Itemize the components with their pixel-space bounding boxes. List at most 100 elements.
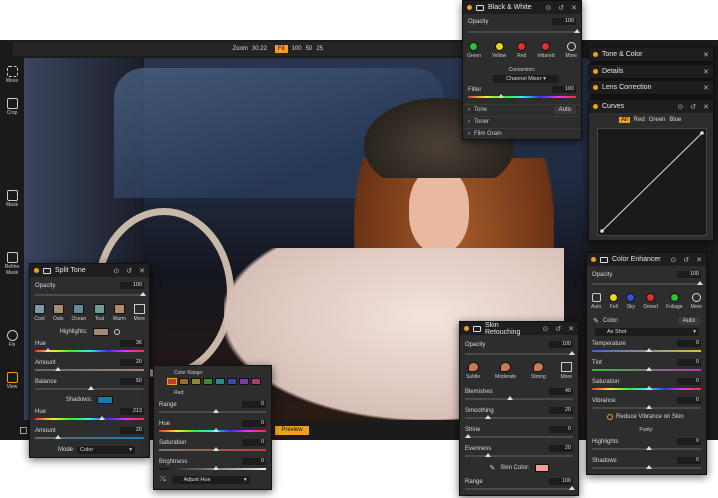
shadows-slider[interactable]: [646, 465, 652, 469]
vibrance-slider[interactable]: [646, 405, 652, 409]
shadows-hue-value[interactable]: 213: [120, 408, 144, 415]
close-icon[interactable]: ✕: [568, 325, 574, 333]
blemishes-slider[interactable]: [507, 396, 513, 400]
preset-oats[interactable]: Oats: [52, 304, 64, 322]
evenness-slider[interactable]: [485, 453, 491, 457]
saturation-slider[interactable]: [646, 386, 652, 390]
range-value[interactable]: 100: [549, 478, 573, 485]
enable-dot-icon[interactable]: [593, 52, 598, 57]
color-enhancer-header[interactable]: Color Enhancer ⊙ ↺ ✕: [587, 253, 706, 266]
adjust-dropdown[interactable]: Adjust Hue ▾: [171, 476, 250, 484]
hue-value[interactable]: 0: [242, 420, 266, 427]
preset-more[interactable]: More: [134, 304, 145, 322]
saturation-value[interactable]: 0: [242, 439, 266, 446]
info-icon[interactable]: ⊙: [670, 256, 676, 264]
curve-point-white[interactable]: [700, 131, 704, 135]
reset-icon[interactable]: ↺: [126, 267, 132, 275]
preset-cool[interactable]: Cool: [34, 304, 45, 322]
close-icon[interactable]: ✕: [703, 51, 709, 59]
enable-dot-icon[interactable]: [464, 326, 469, 331]
preset-teal[interactable]: Teal: [93, 304, 105, 322]
smoothing-slider[interactable]: [485, 415, 491, 419]
curves-header[interactable]: Curves ⊙ ↺ ✕: [589, 100, 713, 113]
enable-dot-icon[interactable]: [593, 85, 598, 90]
filter-value[interactable]: 100: [552, 86, 576, 93]
hue-slider[interactable]: [213, 428, 219, 432]
hue-slider[interactable]: [45, 348, 51, 352]
opacity-slider[interactable]: [574, 29, 580, 33]
close-icon[interactable]: ✕: [139, 267, 145, 275]
reduce-vibrance-row[interactable]: Reduce Vibrance on Skin: [607, 414, 684, 420]
shadows-color-swatch[interactable]: [97, 396, 114, 404]
mask-tool[interactable]: Mask: [2, 190, 22, 208]
tab-green[interactable]: Green: [649, 117, 666, 123]
view-tool[interactable]: View: [2, 372, 22, 390]
white-balance-dropdown[interactable]: As Shot ▾: [595, 328, 699, 336]
refine-mask-tool[interactable]: Refine Mask: [2, 252, 22, 276]
conversion-dropdown[interactable]: Channel Mixer ▾: [493, 75, 559, 83]
range-swatch-green[interactable]: [203, 378, 213, 385]
enable-dot-icon[interactable]: [593, 104, 598, 109]
crop-tool[interactable]: Crop: [2, 98, 22, 116]
filter-yellow[interactable]: Yellow: [492, 42, 506, 59]
opacity-value[interactable]: 100: [552, 18, 576, 25]
tone-section[interactable]: › Tone Auto: [463, 104, 581, 115]
curve-point-black[interactable]: [600, 229, 604, 233]
toner-section[interactable]: › Toner: [463, 116, 581, 127]
tint-slider[interactable]: [646, 367, 652, 371]
enable-dot-icon[interactable]: [34, 268, 39, 273]
info-icon[interactable]: ⊙: [677, 103, 683, 111]
reset-icon[interactable]: ↺: [555, 325, 561, 333]
curves-graph[interactable]: [597, 128, 707, 236]
saturation-value[interactable]: 0: [677, 378, 701, 385]
opacity-value[interactable]: 100: [120, 282, 144, 289]
preset-warm[interactable]: Warm: [113, 304, 126, 322]
visibility-icon[interactable]: [476, 4, 484, 11]
opacity-slider[interactable]: [697, 281, 703, 285]
reset-icon[interactable]: ↺: [690, 103, 696, 111]
target-adjust-icon[interactable]: ⤯: [160, 476, 166, 484]
color-auto-button[interactable]: Auto: [677, 317, 700, 325]
range-slider[interactable]: [213, 409, 219, 413]
zoom-50-button[interactable]: 50: [306, 46, 313, 52]
preset-more[interactable]: More: [561, 362, 572, 380]
balance-value[interactable]: 50: [120, 378, 144, 385]
details-panel[interactable]: Details ✕: [588, 64, 714, 78]
shadows-amount-value[interactable]: 20: [120, 427, 144, 434]
zoom-fit-button[interactable]: Fit: [274, 45, 288, 53]
vibrance-value[interactable]: 0: [677, 397, 701, 404]
eyedropper-icon[interactable]: ✎: [489, 464, 495, 472]
close-icon[interactable]: ✕: [703, 84, 709, 92]
preset-fell[interactable]: Fell: [609, 293, 619, 310]
range-slider[interactable]: [569, 486, 575, 490]
highlights-color-swatch[interactable]: [92, 328, 109, 336]
opacity-slider[interactable]: [569, 351, 575, 355]
zoom-value[interactable]: 30.22: [252, 46, 267, 52]
skin-color-swatch[interactable]: [534, 464, 549, 472]
lens-correction-panel[interactable]: Lens Correction ✕: [588, 80, 714, 94]
close-icon[interactable]: ✕: [696, 256, 702, 264]
evenness-value[interactable]: 20: [549, 445, 573, 452]
preset-more[interactable]: More: [691, 293, 702, 310]
shine-value[interactable]: 0: [549, 426, 573, 433]
temperature-slider[interactable]: [646, 348, 652, 352]
amount-value[interactable]: 20: [120, 359, 144, 366]
eyedropper-icon[interactable]: [113, 329, 120, 335]
amount-slider[interactable]: [55, 367, 61, 371]
filter-red[interactable]: Red: [517, 42, 526, 59]
skin-retouching-header[interactable]: Skin Retouching ⊙ ↺ ✕: [460, 322, 578, 336]
opacity-value[interactable]: 100: [677, 271, 701, 278]
enable-dot-icon[interactable]: [591, 257, 596, 262]
range-swatch-yellow[interactable]: [191, 378, 201, 385]
reset-icon[interactable]: ↺: [683, 256, 689, 264]
range-swatch-orange[interactable]: [179, 378, 189, 385]
reset-icon[interactable]: ↺: [558, 4, 564, 12]
tab-red[interactable]: Red: [634, 117, 645, 123]
preset-ocean[interactable]: Ocean: [71, 304, 86, 322]
tab-all[interactable]: All: [619, 117, 630, 123]
visibility-icon[interactable]: [473, 325, 481, 332]
temperature-value[interactable]: 0: [677, 340, 701, 347]
range-swatch-purple[interactable]: [239, 378, 249, 385]
visibility-icon[interactable]: [43, 267, 51, 274]
preset-subtle[interactable]: Subtle: [466, 362, 480, 380]
